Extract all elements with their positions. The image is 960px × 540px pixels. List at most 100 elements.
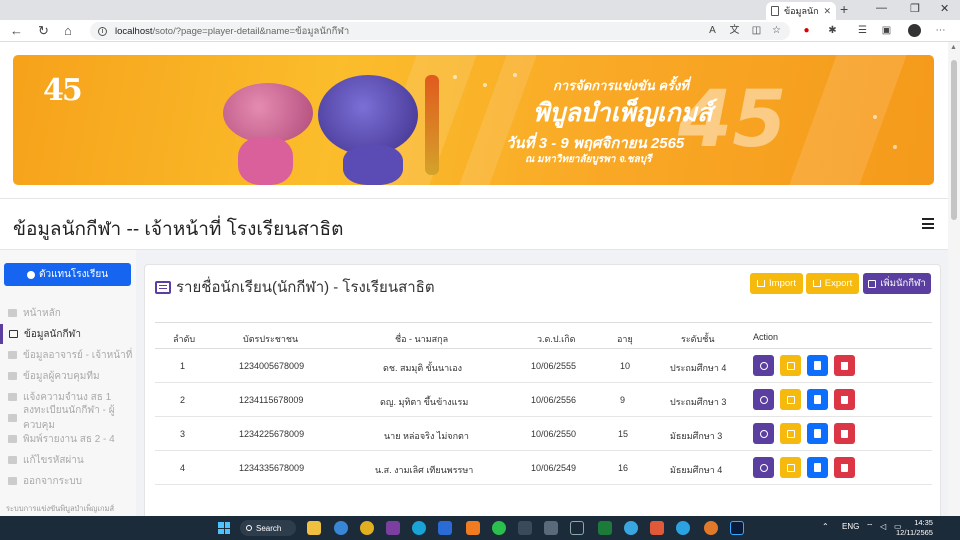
collections-icon[interactable]: ▣ xyxy=(880,24,893,37)
wifi-icon[interactable]: ⌔ xyxy=(866,522,874,532)
sidebar-item-logout[interactable]: ออกจากระบบ xyxy=(0,471,136,491)
scroll-up-icon[interactable]: ▲ xyxy=(950,44,957,51)
profile-avatar[interactable] xyxy=(908,24,921,37)
add-athlete-button[interactable]: เพิ่มนักกีฬา xyxy=(863,273,931,294)
url-field[interactable]: i localhost/soto/?page=player-detail&nam… xyxy=(90,22,790,40)
app-icon[interactable] xyxy=(650,521,664,535)
menu-toggle-icon[interactable] xyxy=(922,218,934,230)
page-icon xyxy=(771,6,779,16)
document-button[interactable] xyxy=(807,457,828,478)
export-button[interactable]: Export xyxy=(806,273,859,294)
card-title: รายชื่อนักเรียน(นักกีฬา) - โรงเรียนสาธิต xyxy=(176,279,435,296)
download-icon xyxy=(812,280,821,287)
xampp-icon[interactable] xyxy=(466,521,480,535)
file-explorer-icon[interactable] xyxy=(307,521,321,535)
close-window-icon[interactable]: ✕ xyxy=(940,2,949,15)
favorite-icon[interactable]: ☆ xyxy=(770,24,783,37)
windows-start-icon[interactable] xyxy=(218,522,230,534)
app-icon[interactable] xyxy=(544,521,558,535)
language-indicator[interactable]: ENG xyxy=(842,522,859,531)
delete-button[interactable] xyxy=(834,355,855,376)
edit-button[interactable] xyxy=(780,389,801,410)
taskbar-search[interactable]: Search xyxy=(240,520,296,536)
line-icon[interactable] xyxy=(492,521,506,535)
cell-name: ดช. สมมุติ ขั้นนาเอง xyxy=(383,363,463,373)
view-button[interactable] xyxy=(753,389,774,410)
chrome-alt-icon[interactable] xyxy=(360,521,374,535)
edit-button[interactable] xyxy=(780,457,801,478)
read-aloud-icon[interactable]: A xyxy=(706,24,719,37)
col-action: Action xyxy=(753,332,779,342)
edit-icon xyxy=(786,361,795,370)
edit-button[interactable] xyxy=(780,423,801,444)
opera-extension-icon[interactable]: ● xyxy=(800,24,813,37)
page-title: ข้อมูลนักกีฬา -- เจ้าหน้าที่ โรงเรียนสาธ… xyxy=(13,219,344,240)
document-button[interactable] xyxy=(807,389,828,410)
home-icon[interactable]: ⌂ xyxy=(64,23,72,38)
document-button[interactable] xyxy=(807,355,828,376)
delete-button[interactable] xyxy=(834,457,855,478)
minimize-icon[interactable]: — xyxy=(876,2,887,14)
firefox-icon[interactable] xyxy=(704,521,718,535)
sidebar-item-register[interactable]: ลงทะเบียนนักกีฬา - ผู้ควบคุม xyxy=(0,405,136,431)
restore-icon[interactable]: ❐ xyxy=(910,2,920,15)
sidebar-item-athletes[interactable]: ข้อมูลนักกีฬา xyxy=(0,324,136,344)
page-scrollbar[interactable]: ▲ xyxy=(948,42,960,516)
view-button[interactable] xyxy=(753,423,774,444)
sidebar-item-password[interactable]: แก้ไขรหัสผ่าน xyxy=(0,450,136,470)
extensions-icon[interactable]: ✱ xyxy=(826,24,839,37)
delete-button[interactable] xyxy=(834,423,855,444)
browser-icon[interactable] xyxy=(624,521,638,535)
cell-age: 10 xyxy=(620,361,631,371)
scrollbar-thumb[interactable] xyxy=(951,60,957,220)
edge-icon[interactable] xyxy=(412,521,426,535)
cell-birthdate: 10/06/2550 xyxy=(531,429,577,439)
trash-icon xyxy=(841,429,848,438)
photoshop-icon[interactable] xyxy=(730,521,744,535)
view-button[interactable] xyxy=(753,457,774,478)
chrome-icon[interactable] xyxy=(334,521,348,535)
home-icon xyxy=(8,309,17,317)
view-button[interactable] xyxy=(753,355,774,376)
col-birthdate: ว.ด.ป.เกิด xyxy=(537,334,576,344)
upload-icon xyxy=(757,280,766,287)
cell-level: ประถมศึกษา 4 xyxy=(670,363,727,373)
sidebar-item-print[interactable]: พิมพ์รายงาน สธ 2 - 4 xyxy=(0,429,136,449)
split-screen-icon[interactable]: ◫ xyxy=(750,24,763,37)
athlete-list-card: รายชื่อนักเรียน(นักกีฬา) - โรงเรียนสาธิต… xyxy=(144,264,941,516)
close-tab-icon[interactable]: ✕ xyxy=(823,6,831,17)
favorites-icon[interactable]: ☰ xyxy=(856,24,869,37)
telegram-icon[interactable] xyxy=(676,521,690,535)
edit-button[interactable] xyxy=(780,355,801,376)
browser-tab[interactable]: ข้อมูลนักกีฬา ✕ xyxy=(766,2,836,20)
translate-icon[interactable]: 文 xyxy=(728,24,741,37)
document-button[interactable] xyxy=(807,423,828,444)
user-icon xyxy=(26,270,35,279)
volume-icon[interactable]: ◁ xyxy=(880,522,886,531)
delete-button[interactable] xyxy=(834,389,855,410)
more-icon[interactable]: ⋯ xyxy=(934,24,947,37)
page-header: ข้อมูลนักกีฬา -- เจ้าหน้าที่ โรงเรียนสาธ… xyxy=(0,198,948,250)
steam-icon[interactable] xyxy=(570,521,584,535)
back-icon[interactable]: ← xyxy=(10,23,23,38)
school-rep-button[interactable]: ตัวแทนโรงเรียน xyxy=(4,263,131,286)
calculator-icon[interactable] xyxy=(438,521,452,535)
info-icon[interactable]: i xyxy=(98,26,107,36)
cell-level: มัธยมศึกษา 4 xyxy=(670,465,723,475)
id-card-icon xyxy=(8,351,17,359)
clock[interactable]: 14:35 12/11/2565 xyxy=(896,518,933,538)
sidebar-item-home[interactable]: หน้าหลัก xyxy=(0,303,136,323)
app-icon[interactable] xyxy=(386,521,400,535)
mascot-right xyxy=(318,75,418,155)
sidebar-item-team-controllers[interactable]: ข้อมูลผู้ควบคุมทีม xyxy=(0,366,136,386)
app-icon[interactable] xyxy=(518,521,532,535)
tray-chevron-icon[interactable]: ⌃ xyxy=(822,522,829,531)
sidebar-item-teachers[interactable]: ข้อมูลอาจารย์ - เจ้าหน้าที่ xyxy=(0,345,136,365)
refresh-icon[interactable]: ↻ xyxy=(38,23,49,39)
import-button[interactable]: Import xyxy=(750,273,803,294)
new-tab-button[interactable]: + xyxy=(840,1,848,17)
sidebar-item-label: ข้อมูลนักกีฬา xyxy=(24,328,81,340)
cell-birthdate: 10/06/2555 xyxy=(531,361,577,371)
banner-number: 45 xyxy=(678,75,787,165)
excel-icon[interactable] xyxy=(598,521,612,535)
